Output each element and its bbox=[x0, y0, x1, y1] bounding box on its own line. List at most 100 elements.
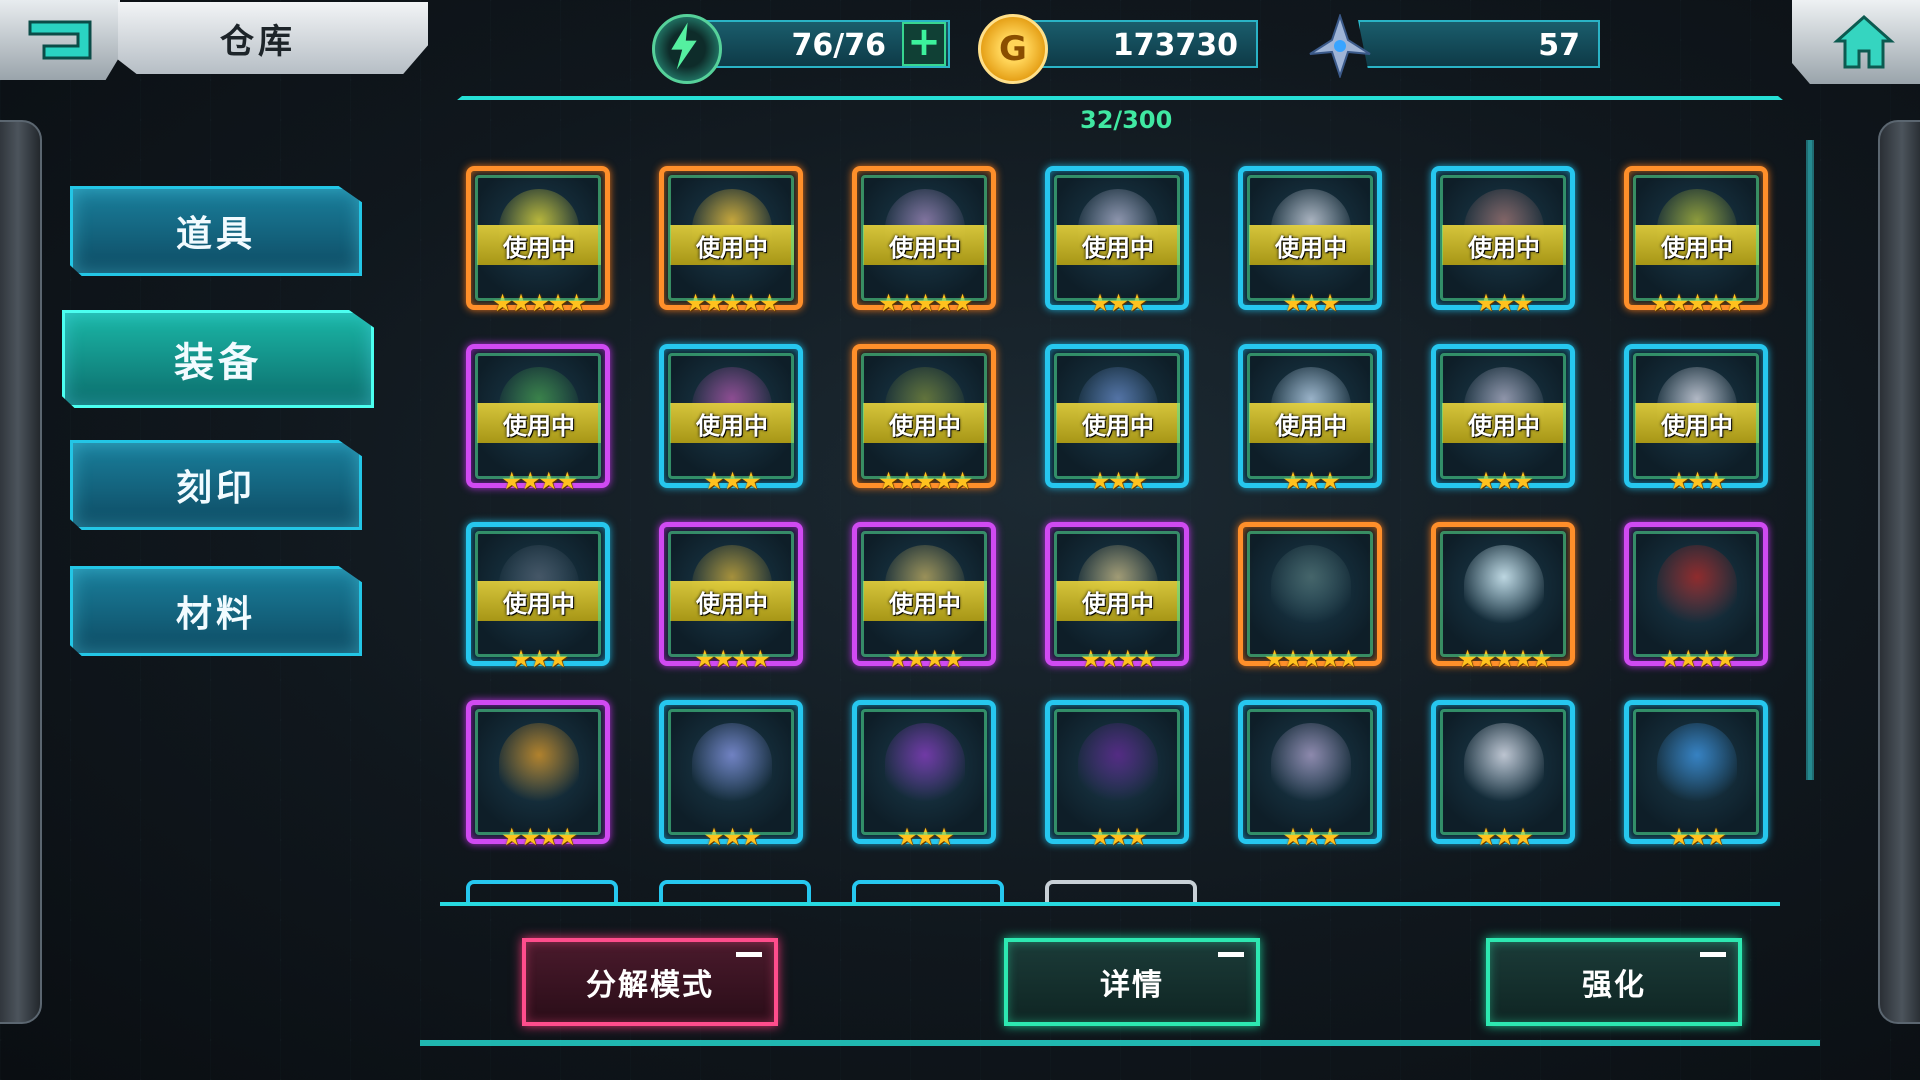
equipment-slot[interactable]: ★★★★★ bbox=[1238, 522, 1382, 673]
equipment-slot[interactable]: ★★★ bbox=[1431, 700, 1575, 851]
equipment-slot[interactable]: ★★★ bbox=[1238, 700, 1382, 851]
equipment-slot[interactable]: ★★★ bbox=[1045, 700, 1189, 851]
home-icon bbox=[1833, 14, 1895, 69]
scroll-thumb[interactable] bbox=[1806, 140, 1814, 780]
equipment-slot[interactable]: 使用中 ★★★ bbox=[1431, 166, 1575, 317]
equipment-slot[interactable]: 使用中 ★★★★★ bbox=[852, 344, 996, 495]
star-rating: ★★★ bbox=[1089, 289, 1148, 317]
equipment-slot[interactable]: 使用中 ★★★ bbox=[659, 344, 803, 495]
equipment-art-icon bbox=[885, 723, 965, 803]
equipment-art-icon bbox=[1078, 723, 1158, 803]
equipment-slot[interactable]: 使用中 ★★★ bbox=[1624, 344, 1768, 495]
inventory-capacity: 32/300 bbox=[1080, 106, 1173, 134]
star-rating: ★★★ bbox=[1475, 823, 1534, 851]
in-use-badge: 使用中 bbox=[1635, 225, 1759, 265]
equipment-slot[interactable]: 使用中 ★★★★★ bbox=[659, 166, 803, 317]
enhance-button[interactable]: 强化 bbox=[1486, 938, 1742, 1026]
star-rating: ★★★ bbox=[1475, 467, 1534, 495]
tab-items[interactable]: 道具 bbox=[70, 186, 362, 276]
in-use-badge: 使用中 bbox=[477, 225, 601, 265]
equipment-slot[interactable]: 使用中 ★★★ bbox=[1238, 166, 1382, 317]
in-use-badge: 使用中 bbox=[670, 403, 794, 443]
star-rating: ★★★★★ bbox=[491, 289, 588, 317]
equipment-slot[interactable]: 使用中 ★★★ bbox=[1238, 344, 1382, 495]
star-rating: ★★★ bbox=[510, 645, 569, 673]
star-rating: ★★★ bbox=[1282, 467, 1341, 495]
in-use-badge: 使用中 bbox=[863, 403, 987, 443]
tab-inscription[interactable]: 刻印 bbox=[70, 440, 362, 530]
crystal-value: 57 bbox=[1538, 28, 1580, 63]
star-rating: ★★★★★ bbox=[1263, 645, 1360, 673]
in-use-badge: 使用中 bbox=[670, 225, 794, 265]
equipment-slot[interactable]: 使用中 ★★★★ bbox=[1045, 522, 1189, 673]
equipment-art-icon bbox=[1271, 723, 1351, 803]
energy-value: 76/76 bbox=[791, 28, 886, 63]
page-title: 仓库 bbox=[220, 21, 296, 62]
star-rating: ★★★ bbox=[703, 823, 762, 851]
equipment-art-icon bbox=[1657, 545, 1737, 625]
equipment-slot[interactable]: ★★★ bbox=[1624, 700, 1768, 851]
equipment-slot[interactable]: ★★★★★ bbox=[1431, 522, 1575, 673]
tab-materials[interactable]: 材料 bbox=[70, 566, 362, 656]
in-use-badge: 使用中 bbox=[863, 225, 987, 265]
home-button[interactable] bbox=[1792, 0, 1920, 84]
equipment-slot[interactable]: 使用中 ★★★★ bbox=[852, 522, 996, 673]
star-rating: ★★★ bbox=[1089, 467, 1148, 495]
left-frame bbox=[0, 120, 42, 1024]
gold-bar: 173730 bbox=[1028, 20, 1258, 68]
equipment-slot[interactable]: 使用中 ★★★★★ bbox=[1624, 166, 1768, 317]
star-rating: ★★★★ bbox=[693, 645, 771, 673]
inventory-frame-bottom bbox=[440, 902, 1780, 906]
equipment-art-icon bbox=[499, 723, 579, 803]
equipment-slot[interactable]: 使用中 ★★★ bbox=[1045, 344, 1189, 495]
frame-bottom-line bbox=[420, 1040, 1820, 1046]
partial-slot[interactable] bbox=[466, 880, 618, 904]
equipment-art-icon bbox=[692, 723, 772, 803]
equipment-slot[interactable]: 使用中 ★★★ bbox=[466, 522, 610, 673]
equipment-slot[interactable]: ★★★★ bbox=[1624, 522, 1768, 673]
details-button[interactable]: 详情 bbox=[1004, 938, 1260, 1026]
equipment-slot[interactable]: 使用中 ★★★★★ bbox=[466, 166, 610, 317]
star-rating: ★★★ bbox=[1668, 467, 1727, 495]
equipment-slot[interactable]: ★★★★ bbox=[466, 700, 610, 851]
in-use-badge: 使用中 bbox=[1056, 581, 1180, 621]
star-rating: ★★★★★ bbox=[684, 289, 781, 317]
back-button[interactable] bbox=[0, 0, 120, 80]
title-plate: 仓库 bbox=[118, 2, 428, 74]
energy-icon bbox=[652, 14, 722, 84]
star-rating: ★★★★ bbox=[1658, 645, 1736, 673]
star-rating: ★★★ bbox=[1089, 823, 1148, 851]
tab-equipment[interactable]: 装备 bbox=[62, 310, 374, 408]
star-rating: ★★★ bbox=[1475, 289, 1534, 317]
star-rating: ★★★ bbox=[1282, 823, 1341, 851]
in-use-badge: 使用中 bbox=[1249, 225, 1373, 265]
right-frame bbox=[1878, 120, 1920, 1024]
partial-slot[interactable] bbox=[1045, 880, 1197, 904]
in-use-badge: 使用中 bbox=[477, 403, 601, 443]
partial-slot[interactable] bbox=[852, 880, 1004, 904]
in-use-badge: 使用中 bbox=[1442, 403, 1566, 443]
crystal-bar: 57 bbox=[1358, 20, 1600, 68]
decompose-mode-button[interactable]: 分解模式 bbox=[522, 938, 778, 1026]
equipment-art-icon bbox=[1657, 723, 1737, 803]
add-energy-button[interactable]: + bbox=[902, 22, 946, 66]
in-use-badge: 使用中 bbox=[1442, 225, 1566, 265]
equipment-slot[interactable]: 使用中 ★★★ bbox=[1431, 344, 1575, 495]
equipment-slot[interactable]: 使用中 ★★★★★ bbox=[852, 166, 996, 317]
starship-icon bbox=[1308, 12, 1372, 80]
equipment-slot[interactable]: 使用中 ★★★ bbox=[1045, 166, 1189, 317]
equipment-art-icon bbox=[1271, 545, 1351, 625]
in-use-badge: 使用中 bbox=[1249, 403, 1373, 443]
in-use-badge: 使用中 bbox=[670, 581, 794, 621]
star-rating: ★★★★ bbox=[500, 823, 578, 851]
equipment-slot[interactable]: ★★★ bbox=[659, 700, 803, 851]
in-use-badge: 使用中 bbox=[477, 581, 601, 621]
equipment-slot[interactable]: 使用中 ★★★★ bbox=[659, 522, 803, 673]
equipment-slot[interactable]: ★★★ bbox=[852, 700, 996, 851]
minimize-dash-icon bbox=[1700, 952, 1726, 957]
star-rating: ★★★ bbox=[896, 823, 955, 851]
equipment-slot[interactable]: 使用中 ★★★★ bbox=[466, 344, 610, 495]
star-rating: ★★★★★ bbox=[1649, 289, 1746, 317]
partial-slot[interactable] bbox=[659, 880, 811, 904]
star-rating: ★★★★ bbox=[886, 645, 964, 673]
